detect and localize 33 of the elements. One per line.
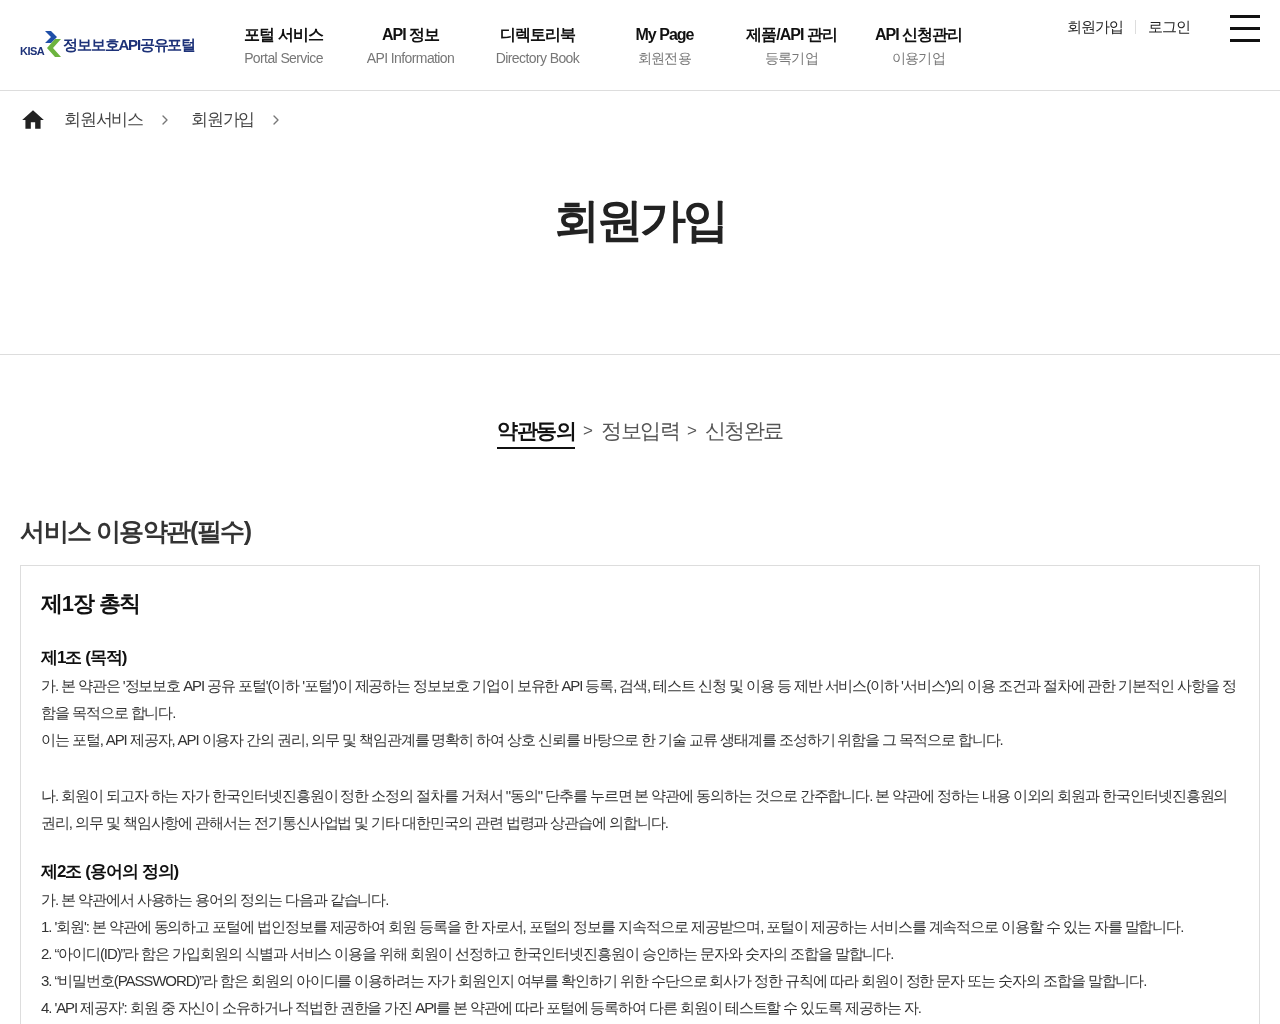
nav-link[interactable]: 디렉토리북 Directory Book [474,24,601,68]
terms-paragraph: 이는 포털, API 제공자, API 이용자 간의 권리, 의무 및 책임관계를 명확히 하여 상호 신뢰를 바탕으로 한 기술 교류 생태계를 조성하기 위함을 그 목적으로 합니다. [41,730,1004,750]
logo-wordmark: KISA [20,46,45,57]
step-label: 정보입력 [601,418,679,444]
article-heading: 제1조 (목적) [41,647,128,669]
chapter-heading: 제1장 총칙 [41,590,142,618]
account-link[interactable]: 회원가입 [1067,17,1123,37]
nav-link[interactable]: 포털 서비스 Portal Service [220,24,347,68]
nav-link[interactable]: My Page 회원전용 [601,24,728,68]
terms-title: 서비스 이용약관(필수) [20,516,251,547]
site-name[interactable]: 정보보호API공유포털 [63,36,196,52]
step-separator: > [583,420,593,442]
breadcrumb-link[interactable]: 회원가입 [191,107,255,133]
account-link[interactable]: 로그인 [1148,17,1190,37]
terms-paragraph: 가. 본 약관은 '정보보호 API 공유 포털'(이하 '포털')이 제공하는 정보보호 기업이 보유한 API 등록, 검색, 테스트 신청 및 이용 등 제반 서비스(이하 '서비스')의 이용 조건과 절차에 관한 기본적인 사항을 정함을 목적으로 합니다. [41,676,1237,723]
menu-icon [1230,15,1260,42]
chevron-logo-icon [44,31,63,57]
nav-link[interactable]: 제품/API 관리 등록기업 [728,24,855,68]
breadcrumb-link[interactable]: 회원서비스 [64,107,143,133]
terms-paragraph: 2. “아이디(ID)”라 함은 가입회원의 식별과 서비스 이용을 위해 회원이 선정하고 한국인터넷진흥원이 승인하는 문자와 숫자의 조합을 말합니다. [41,944,895,964]
terms-paragraph: 가. 본 약관에서 사용하는 용어의 정의는 다음과 같습니다. [41,890,390,910]
nav-link[interactable]: API 신청관리 이용기업 [855,24,982,68]
terms-paragraph: 4. 'API 제공자': 회원 중 자신이 소유하거나 적법한 권한을 가진 API를 본 약관에 따라 포털에 등록하여 다른 회원이 테스트할 수 있도록 제공하는 자. [41,998,922,1018]
step-label: 신청완료 [704,418,783,444]
menu-button[interactable] [1230,15,1260,42]
step-label: 약관동의 [497,417,576,449]
page-title: 회원가입 [554,193,726,248]
nav-link[interactable]: API 정보 API Information [347,24,474,68]
terms-paragraph: 나. 회원이 되고자 하는 자가 한국인터넷진흥원이 정한 소정의 절차를 거쳐서 "동의" 단추를 누르면 본 약관에 동의하는 것으로 간주합니다. 본 약관에 정하는 내용 이외의 회원과 한국인터넷진흥원의 권리, 의무 및 책임사항에 관해서는 전기통신사업법 및 기타 대한민국의 관련 법령과 상관습에 의합니다. [41,786,1229,833]
article-heading: 제2조 (용어의 정의) [41,861,180,883]
step-separator: > [687,420,697,442]
terms-paragraph: 1. '회원': 본 약관에 동의하고 포털에 법인정보를 제공하여 회원 등록을 한 자로서, 포털의 정보를 지속적으로 제공받으며, 포털이 제공하는 서비스를 계속적으로 이용할 수 있는 자를 말합니다. [41,917,1185,937]
terms-paragraph: 3. “비밀번호(PASSWORD)”라 함은 회원의 아이디를 이용하려는 자가 회원인지 여부를 확인하기 위한 수단으로 회사가 정한 규칙에 따라 회원이 정한 문자 또는 숫자의 조합을 말합니다. [41,971,1148,991]
